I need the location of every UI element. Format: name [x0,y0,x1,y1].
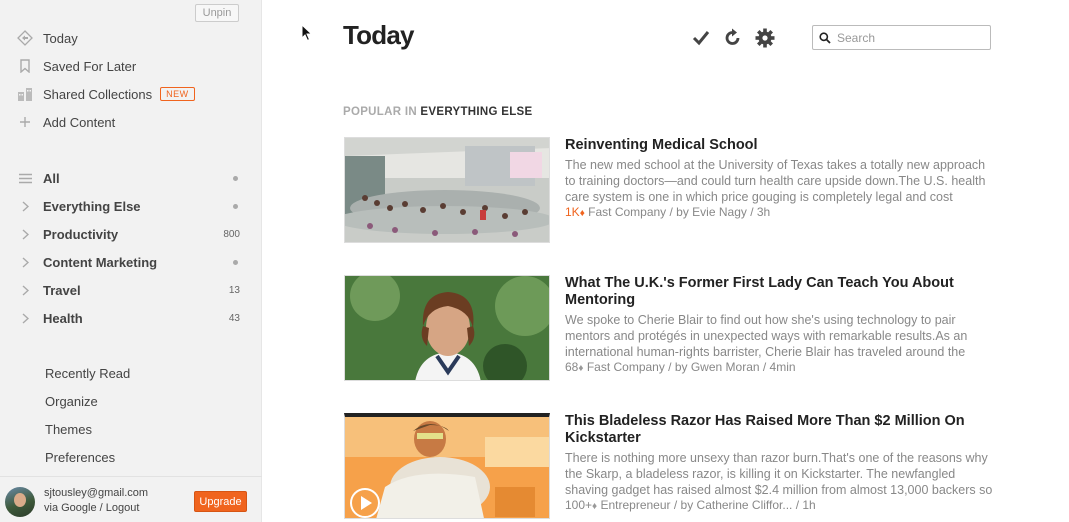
flame-icon: ♦ [592,501,598,512]
search-icon [819,31,831,49]
sidebar-item-label: Shared Collections [43,86,153,102]
article-summary: We spoke to Cherie Blair to find out how… [565,313,968,359]
category-label: Productivity [43,226,119,242]
chevron-right-icon [17,228,33,240]
category-label: Content Marketing [43,254,158,270]
category-label: Health [43,310,83,326]
article-source: Fast Company / by Gwen Moran / 4min [586,360,796,374]
unread-count: 43 [228,312,240,324]
unread-count: 800 [223,228,240,240]
article-summary: There is nothing more unsexy than razor … [565,451,993,497]
chevron-right-icon [17,256,33,268]
search-box[interactable] [812,25,991,50]
settings-gear-icon[interactable] [755,28,777,50]
sidebar-item-label: Saved For Later [43,58,137,74]
section-category-link[interactable]: EVERYTHING ELSE [420,106,532,118]
sidebar-item-label: Add Content [43,114,116,130]
unpin-button[interactable]: Unpin [195,4,239,22]
unread-dot [233,175,238,181]
account-login-logout[interactable]: via Google / Logout [44,502,139,514]
plus-icon [17,114,33,130]
unread-count: 13 [228,284,240,296]
article-meta: 68♦ Fast Company / by Gwen Moran / 4min [565,360,796,374]
article-card[interactable]: Reinventing Medical School The new med s… [343,137,993,243]
sidebar: Unpin Today Saved For Later Shared Colle… [0,0,262,522]
bookmark-icon [17,58,33,74]
sidebar-item-today[interactable]: Today [0,24,262,52]
upgrade-button[interactable]: Upgrade [194,491,247,512]
sidebar-category-list: All Everything Else Productivity 800 Con… [0,164,262,332]
article-thumbnail[interactable] [344,137,550,243]
article-card[interactable]: What The U.K.'s Former First Lady Can Te… [343,275,993,381]
category-label: All [43,170,60,186]
engagement-count: 100+ [565,498,593,512]
sidebar-secondary-nav: Recently Read Organize Themes Preference… [45,360,130,472]
avatar[interactable] [5,487,35,517]
account-email: sjtousley@gmail.com [44,487,149,499]
sidebar-category-travel[interactable]: Travel 13 [0,276,262,304]
sidebar-link-recently-read[interactable]: Recently Read [45,360,130,388]
chevron-right-icon [17,284,33,296]
article-source: Fast Company / by Evie Nagy / 3h [588,205,771,219]
sidebar-item-add-content[interactable]: Add Content [0,108,262,136]
unread-dot [233,259,238,265]
article-title[interactable]: Reinventing Medical School [565,137,985,154]
engagement-count: 1K [565,205,580,219]
sidebar-link-organize[interactable]: Organize [45,388,130,416]
article-title[interactable]: This Bladeless Razor Has Raised More Tha… [565,413,985,447]
article-title[interactable]: What The U.K.'s Former First Lady Can Te… [565,275,985,309]
chevron-right-icon [17,200,33,212]
list-icon [17,173,33,184]
sidebar-link-preferences[interactable]: Preferences [45,444,130,472]
article-thumbnail[interactable] [344,275,550,381]
sidebar-category-health[interactable]: Health 43 [0,304,262,332]
section-prefix: POPULAR IN [343,106,417,118]
engagement-count: 68 [565,360,579,374]
article-meta: 1K♦ Fast Company / by Evie Nagy / 3h [565,205,770,219]
refresh-icon[interactable] [723,28,745,50]
new-badge: NEW [160,87,195,101]
sidebar-primary-nav: Today Saved For Later Shared Collections… [0,24,262,136]
section-heading: POPULAR IN EVERYTHING ELSE [343,106,533,118]
page-title: Today [343,20,414,50]
sidebar-category-productivity[interactable]: Productivity 800 [0,220,262,248]
mark-all-read-checkmark-icon[interactable] [691,28,713,50]
sidebar-item-shared-collections[interactable]: Shared Collections NEW [0,80,262,108]
unread-dot [233,203,238,209]
flame-icon: ♦ [579,208,585,219]
sidebar-item-saved-for-later[interactable]: Saved For Later [0,52,262,80]
article-card[interactable]: This Bladeless Razor Has Raised More Tha… [343,413,993,519]
sidebar-category-all[interactable]: All [0,164,262,192]
sidebar-link-themes[interactable]: Themes [45,416,130,444]
shared-collections-icon [17,86,33,102]
sidebar-item-label: Today [43,30,78,46]
article-meta: 100+♦ Entrepreneur / by Catherine Cliffo… [565,498,816,512]
sidebar-category-content-marketing[interactable]: Content Marketing [0,248,262,276]
search-input[interactable] [837,29,987,46]
mouse-cursor-icon [301,23,313,47]
account-panel: sjtousley@gmail.com via Google / Logout … [0,476,262,522]
category-label: Everything Else [43,198,141,214]
sidebar-category-everything-else[interactable]: Everything Else [0,192,262,220]
flame-icon: ♦ [578,363,584,374]
today-diamond-icon [17,30,33,46]
article-summary: The new med school at the University of … [565,158,986,204]
chevron-right-icon [17,312,33,324]
article-thumbnail[interactable] [344,413,550,519]
article-source: Entrepreneur / by Catherine Cliffor... /… [600,498,816,512]
category-label: Travel [43,282,81,298]
